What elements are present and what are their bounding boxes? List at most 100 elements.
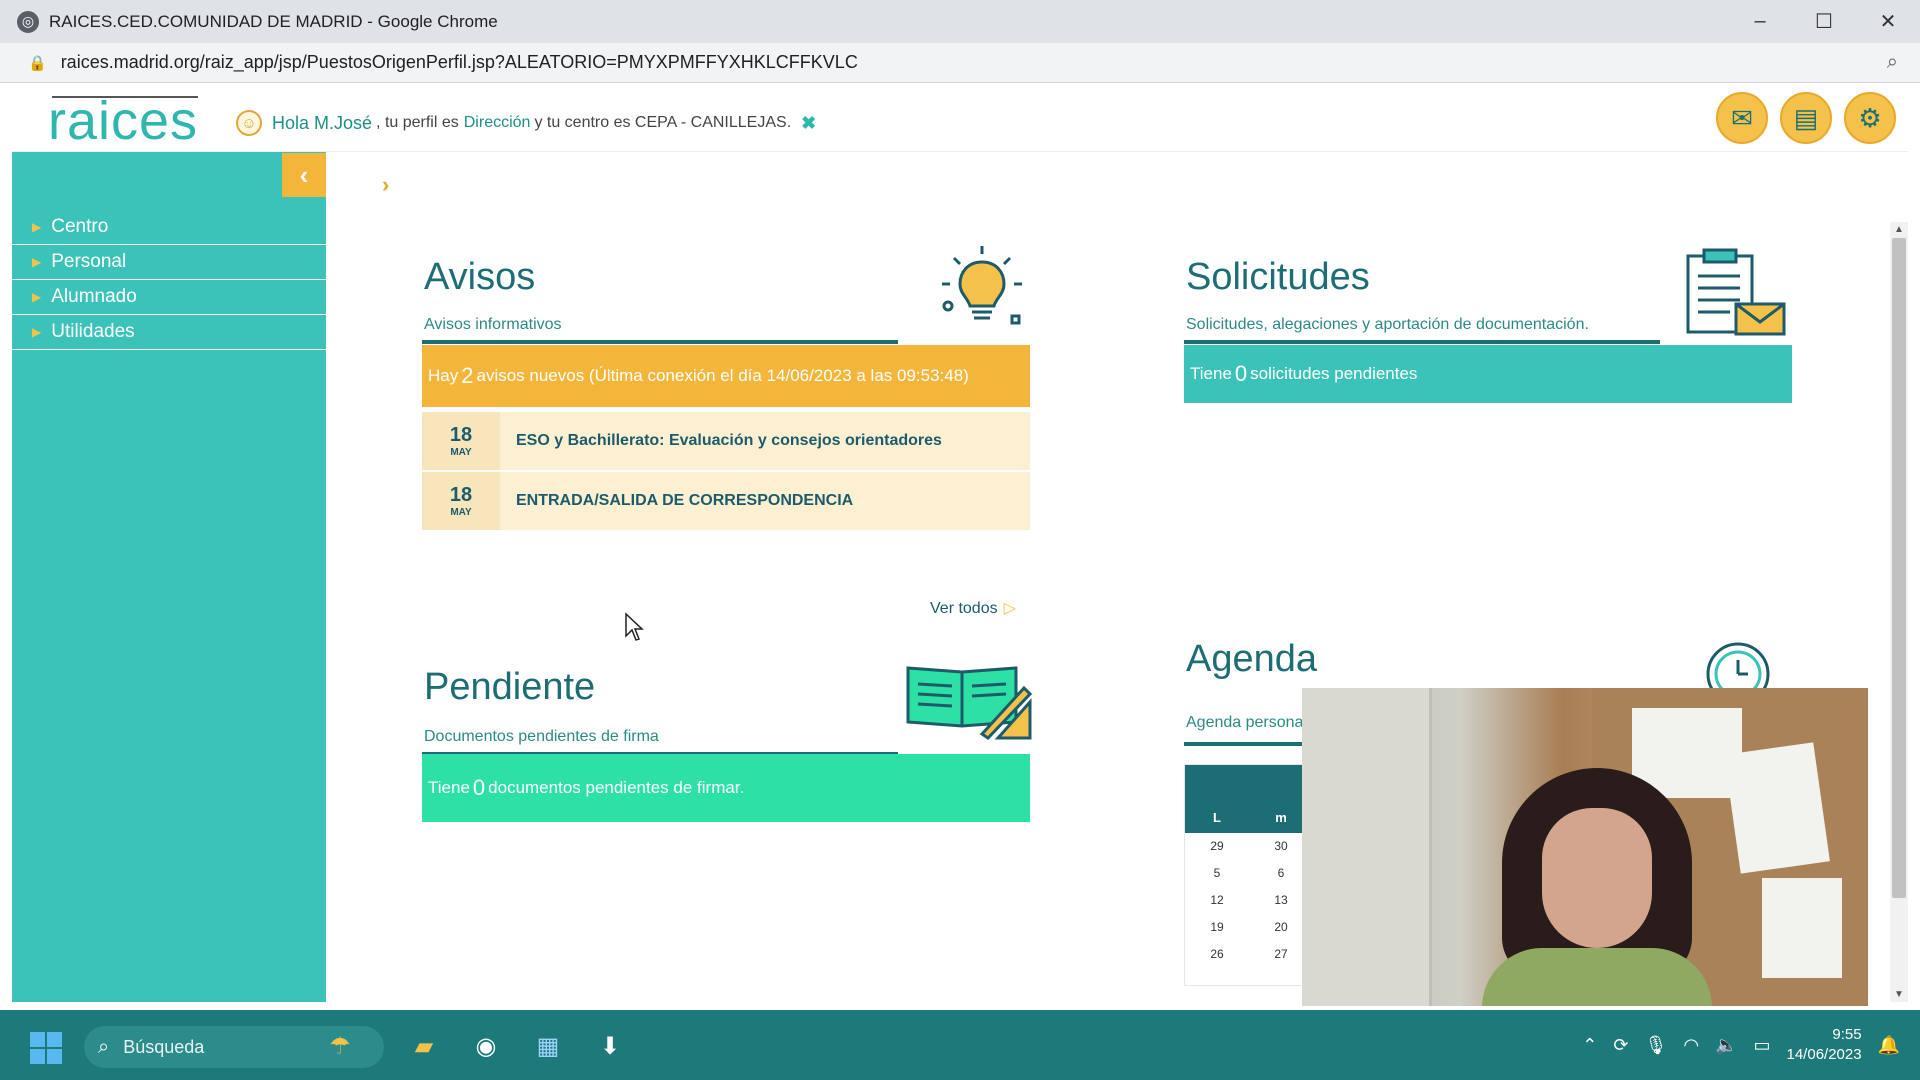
clock[interactable]: 9:55 14/06/2023: [1787, 1025, 1862, 1065]
minimize-icon[interactable]: –: [1728, 0, 1792, 43]
volume-icon[interactable]: 🔈: [1715, 1035, 1737, 1056]
clipboard-mail-icon: [1686, 248, 1786, 336]
settings-icon[interactable]: ⚙: [1844, 92, 1896, 144]
file-explorer-icon[interactable]: ▰: [404, 1026, 444, 1066]
sync-icon[interactable]: ⟳: [1613, 1035, 1628, 1056]
see-all-link[interactable]: Ver todos ▷: [930, 598, 1016, 618]
notice-text[interactable]: ENTRADA/SALIDA DE CORRESPONDENCIA: [516, 492, 853, 510]
calendar-day[interactable]: 12: [1185, 887, 1249, 914]
header-actions: ✉ ▤ ⚙: [1716, 92, 1896, 144]
triangle-right-icon: ▶: [32, 220, 42, 234]
calendar-day[interactable]: 26: [1185, 941, 1249, 968]
globe-icon: ◎: [17, 10, 39, 33]
triangle-right-icon: ▶: [32, 290, 42, 304]
profile-link[interactable]: Dirección: [464, 114, 531, 132]
collapse-sidebar-button[interactable]: ‹: [282, 153, 326, 197]
notice-date: 18 MAY: [422, 472, 500, 530]
book-pencil-icon: [906, 666, 1032, 740]
scrollbar-thumb[interactable]: [1892, 238, 1906, 898]
agenda-calendar: L m 29 30 56 12 13 19 20 26 27: [1184, 764, 1314, 986]
mouse-cursor-icon: [625, 612, 644, 641]
zoom-icon[interactable]: ⌕: [1887, 51, 1898, 74]
calendar-row: 12 13: [1185, 887, 1313, 914]
url-text[interactable]: raices.madrid.org/raiz_app/jsp/PuestosOr…: [61, 52, 858, 73]
center-text: y tu centro es CEPA - CANILLEJAS.: [534, 114, 792, 131]
sidebar-item-label: Alumnado: [51, 286, 137, 307]
avisos-subtitle: Avisos informativos: [424, 316, 562, 333]
sidebar-item-alumnado[interactable]: ▶ Alumnado: [12, 280, 326, 315]
maximize-icon[interactable]: ☐: [1792, 0, 1856, 43]
sidebar-menu: ▶ Centro ▶ Personal ▶ Alumnado ▶ Utilidades: [12, 210, 326, 350]
browser-window: ◎ RAICES.CED.COMUNIDAD DE MADRID - Googl…: [0, 0, 1920, 1010]
webcam-person-face: [1542, 808, 1652, 948]
calendar-day[interactable]: 29: [1185, 833, 1249, 860]
webcam-person-body: [1482, 948, 1712, 1006]
user-icon: ☺: [236, 110, 262, 136]
triangle-right-icon: ▶: [32, 325, 42, 339]
change-profile-icon[interactable]: ✖: [801, 113, 816, 134]
notice-item[interactable]: 18 MAY ESO y Bachillerato: Evaluación y …: [422, 412, 1030, 470]
weekday-label: L: [1213, 810, 1221, 825]
window-title: RAICES.CED.COMUNIDAD DE MADRID - Google …: [49, 11, 498, 31]
notification-icon[interactable]: 🔔: [1878, 1035, 1900, 1056]
calendar-row: 26 27: [1185, 941, 1313, 968]
wifi-icon[interactable]: ◠: [1683, 1035, 1699, 1056]
banner-prefix: Tiene: [428, 778, 470, 797]
scroll-up-icon[interactable]: ▲: [1894, 224, 1904, 235]
triangle-right-icon: ▷: [1003, 600, 1016, 617]
system-tray: ⌃ ⟳ 🎙 ◠ 🔈 ▭ 9:55 14/06/2023 🔔: [1582, 1010, 1900, 1080]
calendar-app-icon[interactable]: ▦: [528, 1026, 568, 1066]
close-icon[interactable]: ✕: [1856, 0, 1920, 43]
chevron-right-icon[interactable]: ›: [382, 172, 389, 198]
notice-item[interactable]: 18 MAY ENTRADA/SALIDA DE CORRESPONDENCIA: [422, 472, 1030, 530]
profile-prefix: , tu perfil es: [376, 114, 459, 131]
webcam-background-door: [1302, 688, 1432, 1006]
sidebar: ▶ Centro ▶ Personal ▶ Alumnado ▶ Utilidades: [12, 152, 326, 1002]
page-scrollbar[interactable]: ▲ ▼: [1890, 222, 1908, 1002]
banner-prefix: Hay: [428, 366, 459, 385]
raices-logo[interactable]: raices: [48, 90, 198, 152]
banner-count: 0: [472, 775, 486, 800]
webcam-person: [1482, 768, 1712, 1006]
chevron-left-icon: ‹: [299, 159, 309, 190]
scroll-down-icon[interactable]: ▼: [1894, 989, 1904, 1000]
address-bar[interactable]: 🔒 raices.madrid.org/raiz_app/jsp/Puestos…: [0, 43, 1920, 83]
calendar-row: 19 20: [1185, 914, 1313, 941]
notice-day: 18: [449, 424, 473, 446]
calendar-weekdays: L m: [1185, 803, 1313, 833]
notice-day: 18: [449, 484, 473, 506]
greeting-name: Hola M.José: [272, 112, 373, 133]
pendiente-banner: Tiene 0 documentos pendientes de firmar.: [422, 754, 1030, 822]
calendar-day[interactable]: 5: [1185, 860, 1249, 887]
see-all-label: Ver todos: [930, 600, 998, 617]
notice-text[interactable]: ESO y Bachillerato: Evaluación y consejo…: [516, 432, 942, 450]
search-placeholder: Búsqueda: [123, 1036, 205, 1057]
chevron-up-icon[interactable]: ⌃: [1582, 1035, 1597, 1056]
webcam-paper: [1762, 878, 1842, 978]
pendiente-subtitle: Documentos pendientes de firma: [424, 728, 659, 745]
sidebar-item-centro[interactable]: ▶ Centro: [12, 210, 326, 245]
calendar-day[interactable]: 19: [1185, 914, 1249, 941]
sidebar-item-personal[interactable]: ▶ Personal: [12, 245, 326, 280]
search-highlight-icon[interactable]: ☂: [320, 1026, 360, 1066]
battery-icon[interactable]: ▭: [1753, 1035, 1770, 1056]
banner-count: 2: [461, 363, 474, 388]
lock-icon[interactable]: 🔒: [28, 54, 47, 72]
banner-count: 0: [1234, 361, 1248, 386]
sidebar-item-label: Personal: [51, 251, 127, 272]
microphone-icon[interactable]: 🎙: [1644, 1035, 1667, 1056]
banner-prefix: Tiene: [1190, 364, 1232, 383]
sidebar-item-utilidades[interactable]: ▶ Utilidades: [12, 315, 326, 350]
lightbulb-icon: [942, 246, 1022, 325]
app-icon[interactable]: ⬇: [590, 1026, 630, 1066]
documents-icon[interactable]: ▤: [1780, 92, 1832, 144]
banner-suffix: avisos nuevos (Última conexión el día 14…: [476, 366, 969, 385]
notice-date: 18 MAY: [422, 412, 500, 470]
mail-icon[interactable]: ✉: [1716, 92, 1768, 144]
sidebar-item-label: Centro: [51, 216, 109, 237]
windows-start-icon[interactable]: [30, 1032, 62, 1064]
agenda-subtitle: Agenda persona: [1186, 714, 1304, 731]
chrome-icon[interactable]: ◉: [466, 1026, 506, 1066]
clock-icon: [1706, 642, 1770, 688]
banner-suffix: documentos pendientes de firmar.: [488, 778, 745, 797]
